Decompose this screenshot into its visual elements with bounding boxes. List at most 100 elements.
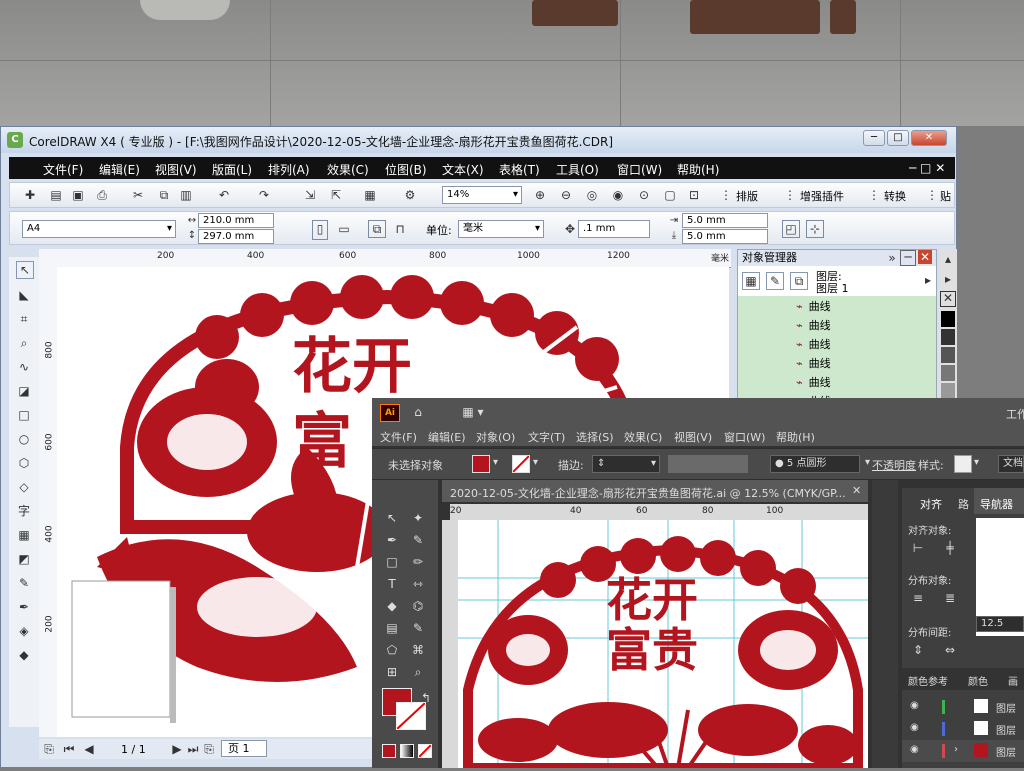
rectangle-tool-icon[interactable]: □ (16, 407, 32, 423)
pencil-tool-icon[interactable]: ✏ (410, 554, 426, 570)
convert-icon[interactable]: ⋮ (866, 187, 882, 203)
landscape-icon[interactable]: ▭ (336, 221, 352, 237)
curvature-tool-icon[interactable]: ✎ (410, 532, 426, 548)
ai-artboard[interactable]: 花开 富贵 (458, 520, 868, 771)
spacing-vertical-icon[interactable]: ⇕ (910, 642, 926, 658)
list-item[interactable]: ⌁曲线 (796, 355, 831, 371)
add-page-after-icon[interactable]: ⎘ (201, 741, 217, 757)
palette-menu-icon[interactable]: ▸ (940, 271, 956, 287)
brush-dropdown-icon[interactable]: ▾ (865, 457, 870, 468)
layer-manager-icon[interactable]: ⧉ (790, 272, 808, 290)
tab-color[interactable]: 颜色 (968, 673, 988, 688)
crop-tool-icon[interactable]: ⌗ (16, 311, 32, 327)
gradient-mode-button[interactable] (400, 744, 414, 758)
menu-layout[interactable]: 版面(L) (212, 161, 252, 178)
eyedropper-tool-icon[interactable]: ✎ (410, 620, 426, 636)
interactive-fill-icon[interactable]: ◆ (16, 647, 32, 663)
plugin-icon[interactable]: ⋮ (782, 187, 798, 203)
tab-brushes[interactable]: 画 (1008, 673, 1018, 688)
first-page-icon[interactable]: ⏮ (61, 741, 77, 757)
unit-select[interactable]: 毫米 ▾ (458, 220, 544, 238)
list-item[interactable]: ⌁曲线 (796, 336, 831, 352)
ellipse-tool-icon[interactable]: ○ (16, 431, 32, 447)
distribute-top-icon[interactable]: ≡ (910, 590, 926, 606)
swatch-black[interactable] (941, 311, 955, 327)
welcome-icon[interactable]: ⚙ (402, 187, 418, 203)
maximize-button[interactable]: □ (887, 130, 909, 146)
zoom-out-icon[interactable]: ⊖ (558, 187, 574, 203)
menu-effects[interactable]: 效果(C) (327, 161, 369, 178)
swatch-gray-60[interactable] (941, 347, 955, 363)
page-tab[interactable]: 页 1 (221, 740, 267, 757)
last-page-icon[interactable]: ⏭ (185, 741, 201, 757)
menu-tools[interactable]: 工具(O) (556, 161, 599, 178)
portrait-icon[interactable]: ▯ (312, 220, 328, 240)
minimize-button[interactable]: ─ (863, 130, 885, 146)
no-fill-swatch[interactable]: ✕ (940, 291, 956, 307)
menu-effect[interactable]: 效果(C) (624, 429, 662, 445)
snap-icon[interactable]: ⊹ (806, 220, 824, 238)
variable-width-profile[interactable] (668, 455, 748, 473)
freehand-tool-icon[interactable]: ∿ (16, 359, 32, 375)
arrange-documents-icon[interactable]: ▦ ▾ (458, 404, 488, 420)
swatch-gray-40[interactable] (941, 383, 955, 399)
artboard-tool-icon[interactable]: ⊞ (384, 664, 400, 680)
new-icon[interactable]: ✚ (22, 187, 38, 203)
menu-help[interactable]: 帮助(H) (776, 429, 815, 445)
page-size-select[interactable]: A4 ▾ (22, 220, 176, 238)
zoom-width-icon[interactable]: ▢ (662, 187, 678, 203)
redo-icon[interactable]: ↷ (256, 187, 272, 203)
eye-icon[interactable]: ◉ (910, 700, 919, 711)
layout-icon[interactable]: ⋮ (718, 187, 734, 203)
smart-fill-icon[interactable]: ◪ (16, 383, 32, 399)
nudge-field[interactable]: .1 mm (578, 220, 650, 238)
menu-window[interactable]: 窗口(W) (724, 429, 765, 445)
undo-icon[interactable]: ↶ (216, 187, 232, 203)
plugin-button[interactable]: 增强插件 (800, 188, 844, 204)
page-height-field[interactable]: 297.0 mm (198, 229, 274, 244)
width-tool-icon[interactable]: ⌬ (410, 598, 426, 614)
swatch-gray-50[interactable] (941, 365, 955, 381)
palette-scroll-up-icon[interactable]: ▴ (940, 251, 956, 267)
eye-icon[interactable]: ◉ (910, 722, 919, 733)
paste-special-icon[interactable]: ⋮ (924, 187, 940, 203)
layer-row-selected[interactable]: ◉ › 图层 (902, 740, 1024, 762)
document-setup-button[interactable]: 文档 (998, 455, 1024, 473)
menu-file[interactable]: 文件(F) (43, 161, 83, 178)
eraser-tool-icon[interactable]: ◆ (384, 598, 400, 614)
document-tab[interactable]: 2020-12-05-文化墙-企业理念-扇形花开宝贵鱼图荷花.ai @ 12.5… (442, 480, 868, 502)
menu-type[interactable]: 文字(T) (528, 429, 565, 445)
blend-tool-icon[interactable]: ⌘ (410, 642, 426, 658)
interactive-blend-icon[interactable]: ◩ (16, 551, 32, 567)
menu-select[interactable]: 选择(S) (576, 429, 614, 445)
docker-menu-arrow-icon[interactable]: ▸ (920, 272, 936, 288)
stroke-none-swatch[interactable] (512, 455, 530, 473)
close-button[interactable]: ✕ (911, 130, 947, 146)
graphic-style-swatch[interactable] (954, 455, 972, 473)
app-launcher-icon[interactable]: ▦ (362, 187, 378, 203)
tab-align[interactable]: 对齐 (920, 496, 942, 512)
shape-builder-icon[interactable]: ⬠ (384, 642, 400, 658)
prev-page-icon[interactable]: ◀ (81, 741, 97, 757)
text-tool-icon[interactable]: 字 (16, 503, 32, 519)
page-width-field[interactable]: 210.0 mm (198, 213, 274, 228)
doc-window-controls[interactable]: ─ □ ✕ (909, 161, 945, 175)
style-dropdown-icon[interactable]: ▾ (974, 457, 979, 468)
spacing-horizontal-icon[interactable]: ⇔ (942, 642, 958, 658)
align-left-icon[interactable]: ⊢ (910, 540, 926, 556)
menu-window[interactable]: 窗口(W) (617, 161, 662, 178)
swatch-gray-80[interactable] (941, 329, 955, 345)
pick-tool-icon[interactable]: ↖ (16, 261, 34, 279)
distribute-center-icon[interactable]: ≣ (942, 590, 958, 606)
tab-pathfinder[interactable]: 路 (958, 496, 969, 512)
menu-help[interactable]: 帮助(H) (677, 161, 719, 178)
zoom-selected-icon[interactable]: ◎ (584, 187, 600, 203)
duplicate-x-field[interactable]: 5.0 mm (682, 213, 768, 228)
workspace-switcher[interactable]: 工作 (1006, 406, 1024, 422)
stroke-weight-field[interactable]: ⇕ ▾ (592, 455, 660, 473)
show-properties-icon[interactable]: ▦ (742, 272, 760, 290)
type-tool-icon[interactable]: T (384, 576, 400, 592)
navigator-tab[interactable]: 导航器 (974, 488, 1024, 514)
expand-layer-icon[interactable]: › (954, 744, 958, 755)
edit-across-layers-icon[interactable]: ✎ (766, 272, 784, 290)
